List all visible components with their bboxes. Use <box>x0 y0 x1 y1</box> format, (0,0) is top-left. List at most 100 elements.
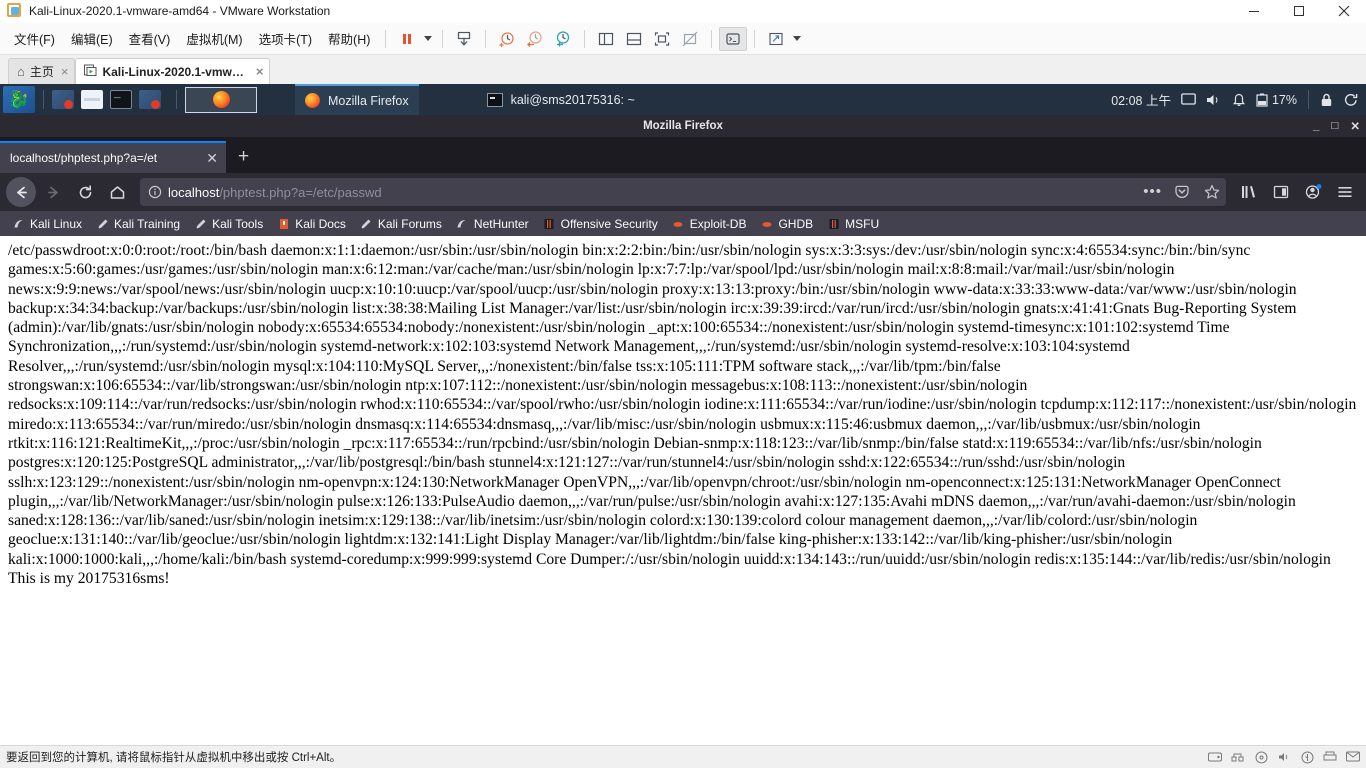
bookmark-nethunter[interactable]: NetHunter <box>450 215 535 233</box>
lock-icon[interactable] <box>1320 93 1333 107</box>
expand-caret-icon[interactable] <box>790 27 804 51</box>
manage-snapshots-icon[interactable] <box>549 27 577 51</box>
power-dropdown-caret-icon[interactable] <box>421 27 435 51</box>
bookmark-kali-docs[interactable]: Kali Docs <box>271 215 352 233</box>
bookmark-msfu[interactable]: MSFU <box>821 215 885 233</box>
kali-dragon-bookmark-icon <box>12 217 25 230</box>
pause-icon[interactable] <box>393 27 421 51</box>
cd-icon[interactable] <box>1254 751 1268 764</box>
new-tab-button[interactable]: + <box>226 141 261 173</box>
vmware-tab-home-close-icon[interactable]: × <box>59 64 69 79</box>
firefox-maximize-button[interactable]: □ <box>1331 120 1338 132</box>
expand-icon[interactable] <box>762 27 790 51</box>
bell-icon[interactable] <box>1232 93 1246 107</box>
ellipsis-icon[interactable]: ••• <box>1143 184 1162 199</box>
printer-icon[interactable] <box>1323 751 1337 764</box>
snapshot-manager-icon[interactable] <box>450 27 478 51</box>
screenshot-launcher-icon[interactable] <box>139 90 161 109</box>
revert-snapshot-icon[interactable] <box>521 27 549 51</box>
guest-screen: 🐉 Mozilla Firefox kali@sms20175316: ~ 02… <box>0 84 1366 745</box>
vmware-close-button[interactable] <box>1321 0 1366 23</box>
vmware-window-controls <box>1231 0 1366 23</box>
vmware-tab-home-label: 主页 <box>29 65 54 79</box>
full-screen-icon[interactable] <box>648 27 676 51</box>
menu-file[interactable]: 文件(F) <box>6 26 63 51</box>
logout-icon[interactable] <box>1343 92 1358 107</box>
firefox-close-button[interactable]: ✕ <box>1350 119 1360 133</box>
display-icon[interactable] <box>1181 93 1196 106</box>
menu-edit[interactable]: 编辑(E) <box>63 26 121 51</box>
terminal-launcher-icon[interactable] <box>110 89 132 109</box>
menu-view[interactable]: 查看(V) <box>121 26 179 51</box>
firefox-tab-0[interactable]: localhost/phptest.php?a=/et ✕ <box>0 141 226 173</box>
forward-arrow-icon[interactable] <box>38 177 68 207</box>
bookmarks-toolbar: Kali Linux Kali Training Kali Tools Kali… <box>0 211 1366 236</box>
unity-mode-icon[interactable] <box>719 26 748 51</box>
wrench-icon <box>96 217 109 230</box>
menu-help[interactable]: 帮助(H) <box>320 26 378 51</box>
taskbar-item-terminal[interactable]: kali@sms20175316: ~ <box>477 84 645 115</box>
bookmark-offensive-security[interactable]: Offensive Security <box>537 215 664 233</box>
reload-icon[interactable] <box>70 177 100 207</box>
firefox-minimize-button[interactable]: _ <box>1313 120 1319 132</box>
firefox-titlebar: Mozilla Firefox _ □ ✕ <box>0 115 1366 137</box>
vmware-titlebar: Kali-Linux-2020.1-vmware-amd64 - VMware … <box>0 0 1366 23</box>
offsec-icon <box>827 217 840 230</box>
stretch-guest-icon[interactable] <box>676 27 704 51</box>
bookmark-label: Kali Tools <box>212 216 264 231</box>
taskbar-item-firefox-label: Mozilla Firefox <box>328 93 409 108</box>
usb-icon[interactable] <box>1300 751 1314 764</box>
url-text[interactable]: localhost/phptest.php?a=/etc/passwd <box>168 185 1137 200</box>
bookmark-kali-training[interactable]: Kali Training <box>90 215 186 233</box>
taskbar-item-firefox[interactable]: Mozilla Firefox <box>295 84 419 115</box>
bookmark-kali-tools[interactable]: Kali Tools <box>188 215 269 233</box>
info-circle-icon[interactable] <box>148 185 162 199</box>
vmware-menubar: 文件(F) 编辑(E) 查看(V) 虚拟机(M) 选项卡(T) 帮助(H) <box>0 23 1366 55</box>
tray-separator <box>1308 90 1309 109</box>
account-icon[interactable] <box>1298 177 1328 207</box>
show-console-icon[interactable] <box>620 27 648 51</box>
firefox-launcher-icon[interactable] <box>52 90 74 109</box>
panel-separator <box>43 90 44 109</box>
bookmark-exploit-db[interactable]: Exploit-DB <box>666 215 753 233</box>
battery-icon[interactable] <box>1256 93 1268 107</box>
vmware-tab-home[interactable]: ⌂ 主页 × <box>8 58 76 84</box>
bookmark-label: MSFU <box>845 216 880 231</box>
back-arrow-icon[interactable] <box>6 177 36 207</box>
toolbar-separator <box>385 29 387 48</box>
kali-dragon-icon[interactable]: 🐉 <box>3 86 35 113</box>
bookmark-kali-forums[interactable]: Kali Forums <box>354 215 448 233</box>
url-bar[interactable]: localhost/phptest.php?a=/etc/passwd ••• <box>140 178 1226 206</box>
bookmark-kali-linux[interactable]: Kali Linux <box>6 215 88 233</box>
vmware-maximize-button[interactable] <box>1276 0 1321 23</box>
volume-icon[interactable] <box>1206 93 1222 107</box>
hdd-icon[interactable] <box>1208 751 1222 764</box>
home-icon[interactable] <box>102 177 132 207</box>
toolbar-separator <box>485 29 487 48</box>
network-icon[interactable] <box>1231 751 1245 764</box>
message-icon[interactable] <box>1346 751 1360 764</box>
library-icon[interactable] <box>1234 177 1264 207</box>
kali-dragon-bookmark-icon <box>456 217 469 230</box>
show-sidebar-icon[interactable] <box>592 27 620 51</box>
take-snapshot-icon[interactable] <box>493 27 521 51</box>
bookmark-ghdb[interactable]: GHDB <box>754 215 819 233</box>
panel-clock[interactable]: 02:08 上午 <box>1111 90 1171 109</box>
hamburger-menu-icon[interactable] <box>1330 177 1360 207</box>
firefox-workspace-icon[interactable] <box>185 86 257 113</box>
star-icon[interactable] <box>1204 184 1220 200</box>
vmware-minimize-button[interactable] <box>1231 0 1276 23</box>
pocket-icon[interactable] <box>1174 184 1190 200</box>
vmware-tab-kali[interactable]: Kali-Linux-2020.1-vmwar... × <box>75 58 271 84</box>
sound-icon[interactable] <box>1277 751 1291 764</box>
menu-tabs[interactable]: 选项卡(T) <box>251 26 320 51</box>
vmware-window-title: Kali-Linux-2020.1-vmware-amd64 - VMware … <box>29 4 331 18</box>
files-launcher-icon[interactable] <box>81 90 103 109</box>
close-icon[interactable]: ✕ <box>206 150 218 167</box>
vmware-tab-kali-close-icon[interactable]: × <box>254 64 264 79</box>
menu-vm[interactable]: 虚拟机(M) <box>178 26 250 51</box>
toolbar-separator <box>442 29 444 48</box>
url-path: /phptest.php?a=/etc/passwd <box>219 184 382 200</box>
sidebar-icon[interactable] <box>1266 177 1296 207</box>
bookmark-label: NetHunter <box>473 216 529 231</box>
